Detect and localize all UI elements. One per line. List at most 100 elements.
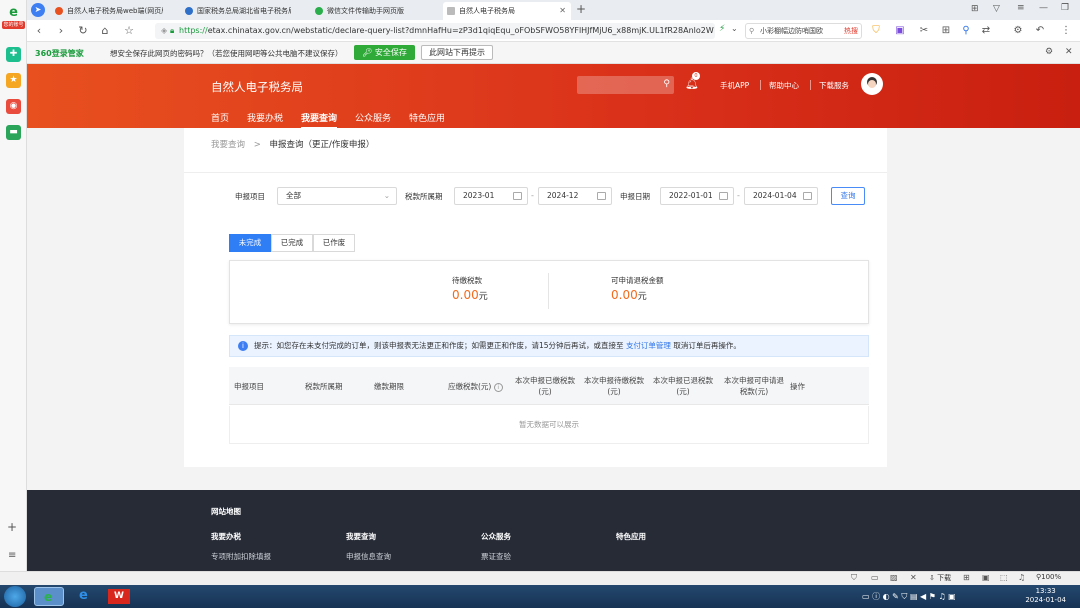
pending-tax-amount: 0.00元 (452, 288, 488, 302)
dropdown-icon[interactable]: ⌄ (731, 24, 738, 33)
favorites-star-icon[interactable]: ★ (6, 73, 21, 88)
scissors-icon[interactable]: ✂ (917, 24, 931, 38)
account-block[interactable]: e 您的账号 (2, 6, 25, 30)
item-select[interactable]: 全部 ⌄ (277, 187, 397, 205)
fullscreen-icon[interactable]: ⬚ (1000, 573, 1008, 582)
no-prompt-button[interactable]: 此网站下再提示 (421, 45, 493, 60)
weibo-icon[interactable]: ◉ (6, 99, 21, 114)
window-icon[interactable]: ▣ (982, 573, 990, 582)
magnifier-icon[interactable]: ⚲ (959, 24, 973, 38)
speaker-icon[interactable]: ♫ (1018, 573, 1025, 582)
browser-home-icon[interactable]: ➤ (31, 3, 45, 17)
help-circle-icon[interactable]: i (493, 383, 503, 392)
folder-icon[interactable]: ▬ (6, 125, 21, 140)
more-icon[interactable]: ⋮ (1059, 24, 1073, 38)
tab-4-active[interactable]: 自然人电子税务局 ✕ (443, 2, 571, 20)
browser-360-icon: e (44, 590, 53, 604)
nav-home[interactable]: 首页 (211, 111, 229, 124)
search-icon[interactable]: ⚲ (663, 79, 670, 89)
menu-icon[interactable]: ≡ (1017, 3, 1025, 13)
breadcrumb-parent[interactable]: 我要查询 (211, 140, 245, 150)
nav-query[interactable]: 我要查询 (301, 111, 338, 129)
grid-icon[interactable]: ⊞ (939, 24, 953, 38)
add-icon[interactable]: + (7, 520, 17, 534)
date-label: 申报日期 (620, 192, 650, 201)
site-search-input[interactable]: ⚲ (577, 76, 674, 94)
undo-icon[interactable]: ↶ (1033, 24, 1047, 38)
site-title[interactable]: 自然人电子税务局 (211, 79, 303, 95)
header-link-download[interactable]: 下载服务 (819, 80, 849, 91)
footer-title: 网站地图 (211, 507, 241, 516)
date-end-input[interactable]: 2024-01-04 (744, 187, 818, 205)
empty-state: 暂无数据可以展示 (229, 406, 869, 444)
tray-icons[interactable]: ▭ ⓘ ◐ ✎ ⛉ ▤ ◀ ⚑ ♫ ▣ (862, 591, 956, 602)
start-button-icon[interactable] (4, 586, 26, 607)
date-start-input[interactable]: 2022-01-01 (660, 187, 734, 205)
zoom-level[interactable]: ⚲100% (1036, 573, 1061, 581)
shield-icon[interactable]: ✚ (6, 47, 21, 62)
speed-icon[interactable]: ⚡ (719, 24, 725, 34)
safe-save-button[interactable]: 🔑︎ 安全保存 (354, 45, 415, 60)
site-favicon-icon (55, 7, 63, 15)
tab-completed[interactable]: 已完成 (271, 234, 313, 252)
close-icon[interactable]: ✕ (1065, 47, 1073, 57)
footer-link[interactable]: 专项附加扣除填报 (211, 551, 271, 562)
nav-tax-handling[interactable]: 我要办税 (247, 111, 283, 124)
tab-voided[interactable]: 已作废 (313, 234, 355, 252)
col-tax-period: 税款所属期 (305, 382, 343, 391)
payment-order-link[interactable]: 支付订单管理 (626, 341, 671, 350)
breadcrumb-separator: > (253, 140, 261, 150)
footer-col-heading: 特色应用 (616, 532, 646, 541)
minimize-icon[interactable]: — (1039, 3, 1048, 13)
chat-icon[interactable]: ▭ (871, 573, 879, 582)
taskbar-wps[interactable]: W (104, 587, 134, 606)
tab-3[interactable]: 微信文件传输助手网页版 (311, 2, 421, 20)
tab-1[interactable]: 自然人电子税务局web端(网页版 (51, 2, 163, 20)
header-link-help-center[interactable]: 帮助中心 (769, 80, 799, 91)
query-button[interactable]: 查询 (831, 187, 865, 205)
refresh-icon[interactable]: ↻ (75, 23, 91, 39)
back-icon[interactable]: ‹ (31, 23, 47, 39)
new-tab-icon[interactable]: + (576, 2, 586, 16)
settings-icon[interactable]: ⚙ (1045, 47, 1053, 57)
forward-icon[interactable]: › (53, 23, 69, 39)
translate-icon[interactable]: ⇄ (979, 24, 993, 38)
nav-featured-apps[interactable]: 特色应用 (409, 111, 445, 124)
taskbar-clock[interactable]: 13:33 2024-01-04 (1025, 587, 1066, 605)
footer-col-heading: 我要查询 (346, 532, 376, 541)
footer-link[interactable]: 申报信息查询 (346, 551, 391, 562)
menu-icon[interactable]: ≡ (8, 550, 16, 561)
app-icon[interactable]: ▣ (893, 24, 907, 38)
grid-icon[interactable]: ⊞ (963, 573, 970, 582)
maximize-icon[interactable]: ❐ (1061, 3, 1069, 13)
taskbar-ie[interactable]: e (70, 587, 100, 606)
item-select-value: 全部 (286, 191, 301, 200)
tab-incomplete[interactable]: 未完成 (229, 234, 271, 252)
item-label: 申报项目 (235, 192, 265, 201)
image-icon[interactable]: ▨ (890, 573, 898, 582)
header-link-mobile-app[interactable]: 手机APP (720, 80, 749, 91)
download-button[interactable]: ⇩ 下载 (929, 573, 951, 583)
skin-icon[interactable]: ▽ (993, 4, 1000, 14)
nav-public-service[interactable]: 公众服务 (355, 111, 391, 124)
tab-list-icon[interactable]: ⊞ (971, 4, 979, 14)
period-end-input[interactable]: 2024-12 (538, 187, 612, 205)
tools-icon[interactable]: ✕ (910, 573, 917, 582)
col-refundable-this-time: 本次申报可申请退税款(元) (724, 376, 784, 396)
taskbar-browser-360[interactable]: e (34, 587, 64, 606)
close-tab-icon[interactable]: ✕ (559, 2, 566, 20)
tab-2[interactable]: 国家税务总局湖北省电子税务局 (181, 2, 291, 20)
url-input[interactable]: ◈ 🔒︎ https://etax.chinatax.gov.cn/websta… (155, 23, 715, 39)
shield-icon[interactable]: ⛉ (851, 573, 857, 583)
settings-icon[interactable]: ⚙ (1011, 24, 1025, 38)
shield-icon[interactable]: ⛉ (869, 24, 883, 38)
calendar-icon (719, 192, 728, 200)
footer-link[interactable]: 票证查验 (481, 551, 511, 562)
search-box[interactable]: ⚲ 小彩棚幅边防哨国欧 热搜 (745, 23, 862, 39)
home-icon[interactable]: ⌂ (97, 23, 113, 39)
bookmark-star-icon[interactable]: ☆ (121, 23, 137, 39)
col-paid-this-time: 本次申报已缴税款(元) (515, 376, 575, 396)
pending-tax-value: 0.00 (452, 288, 479, 302)
period-start-input[interactable]: 2023-01 (454, 187, 528, 205)
avatar[interactable] (861, 73, 883, 95)
